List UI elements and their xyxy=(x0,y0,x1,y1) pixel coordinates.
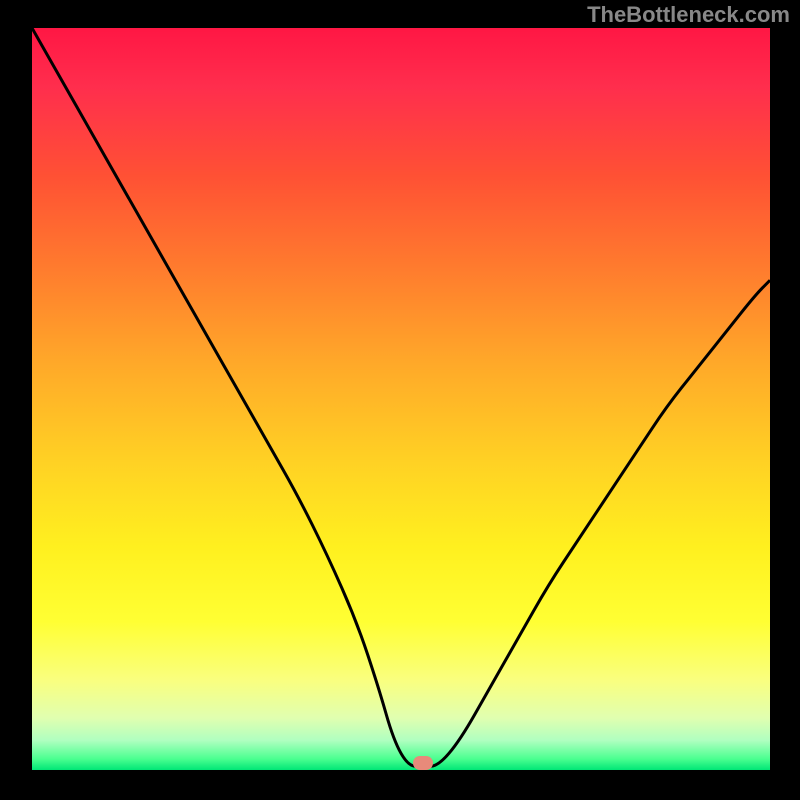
optimal-point-marker xyxy=(413,756,433,770)
plot-area xyxy=(32,28,770,770)
bottleneck-curve xyxy=(32,28,770,766)
chart-container: TheBottleneck.com xyxy=(0,0,800,800)
curve-svg xyxy=(32,28,770,770)
watermark-text: TheBottleneck.com xyxy=(587,2,790,28)
